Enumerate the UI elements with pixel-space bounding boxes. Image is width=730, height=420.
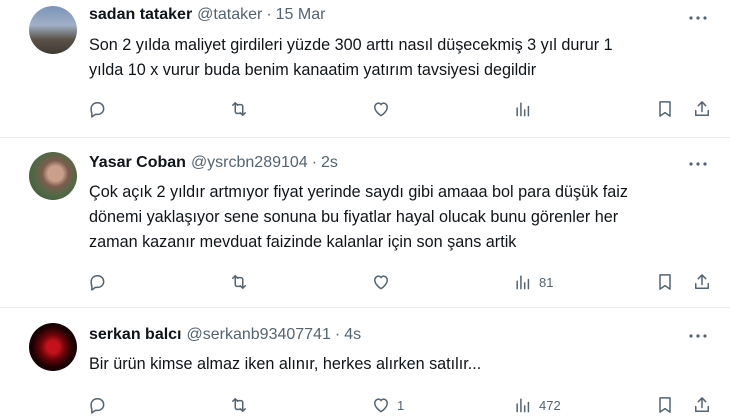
tweet[interactable]: serkan balcı @serkanb93407741 · 4s Bir ü… [0, 308, 730, 420]
retweet-icon [232, 102, 246, 116]
separator-dot: · [311, 154, 318, 171]
separator-dot: · [266, 6, 272, 23]
bookmark-icon [659, 101, 671, 117]
views-button[interactable] [513, 96, 539, 122]
like-button[interactable]: 1 [371, 392, 404, 418]
author-handle[interactable]: @tataker [197, 6, 262, 24]
action-bar: 81 [0, 269, 730, 295]
avatar[interactable] [29, 6, 77, 54]
separator-dot: · [334, 326, 341, 343]
reply-button[interactable] [87, 96, 113, 122]
tweet[interactable]: Yasar Coban @ysrcbn289104 · 2s Çok açık … [0, 138, 730, 308]
tweet-text: Bir ürün kimse almaz iken alınır, herkes… [89, 352, 709, 377]
more-dots-icon[interactable] [688, 8, 708, 28]
retweet-button[interactable] [229, 269, 255, 295]
tweet-header: sadan tataker @tataker · 15 Mar [89, 6, 325, 24]
reply-icon [90, 398, 105, 414]
reply-button[interactable] [87, 269, 113, 295]
bookmark-button[interactable] [655, 96, 675, 122]
tweet-text-line: Son 2 yılda maliyet girdileri yüzde 300 … [89, 36, 613, 54]
tweet-text-line: dönemi yaklaşıyor sene sonuna bu fiyatla… [89, 208, 619, 226]
tweet-text-line: Çok açık 2 yıldır artmıyor fiyat yerinde… [89, 183, 628, 201]
share-icon [695, 101, 709, 116]
share-icon [695, 274, 709, 289]
views-count: 472 [539, 397, 561, 413]
action-bar [0, 96, 730, 122]
bookmark-icon [659, 397, 671, 413]
like-count: 1 [397, 397, 405, 413]
tweet-feed: sadan tataker @tataker · 15 Mar Son 2 yı… [0, 0, 730, 420]
avatar[interactable] [29, 323, 77, 371]
share-icon [695, 397, 709, 412]
tweet-header: Yasar Coban @ysrcbn289104 · 2s [89, 154, 338, 172]
share-button[interactable] [692, 96, 712, 122]
action-bar: 1 472 [0, 392, 730, 418]
author-handle[interactable]: @serkanb93407741 [187, 326, 331, 344]
retweet-icon [232, 275, 246, 289]
timestamp[interactable]: 4s [344, 326, 361, 344]
author-name[interactable]: sadan tataker [89, 6, 192, 24]
tweet-header: serkan balcı @serkanb93407741 · 4s [89, 326, 361, 344]
author-name[interactable]: serkan balcı [89, 326, 182, 344]
reply-button[interactable] [87, 392, 113, 418]
author-name[interactable]: Yasar Coban [89, 154, 186, 172]
author-handle[interactable]: @ysrcbn289104 [191, 154, 308, 172]
views-button[interactable]: 81 [513, 269, 553, 295]
like-button[interactable] [371, 269, 397, 295]
tweet-text: Son 2 yılda maliyet girdileri yüzde 300 … [89, 33, 709, 83]
heart-icon [374, 275, 388, 290]
timestamp[interactable]: 15 Mar [276, 6, 326, 24]
tweet-text-line: zaman kazanır mevduat faizinde kalanlar … [89, 233, 517, 251]
tweet-text-line: Bir ürün kimse almaz iken alınır, herkes… [89, 355, 482, 373]
reply-icon [90, 102, 105, 118]
views-chart-icon [516, 102, 530, 117]
views-count: 81 [539, 274, 554, 290]
like-button[interactable] [371, 96, 397, 122]
tweet-text: Çok açık 2 yıldır artmıyor fiyat yerinde… [89, 180, 709, 255]
timestamp[interactable]: 2s [321, 154, 338, 172]
more-dots-icon[interactable] [688, 154, 708, 174]
share-button[interactable] [692, 269, 712, 295]
more-dots-icon[interactable] [688, 326, 708, 346]
retweet-button[interactable] [229, 96, 255, 122]
heart-icon [374, 398, 388, 413]
reply-icon [90, 275, 105, 291]
tweet-text-line: yılda 10 x vurur buda benim kanaatim yat… [89, 61, 537, 79]
retweet-icon [232, 398, 246, 412]
bookmark-button[interactable] [655, 269, 675, 295]
bookmark-icon [659, 274, 671, 290]
views-chart-icon [516, 275, 530, 290]
bookmark-button[interactable] [655, 392, 675, 418]
tweet[interactable]: sadan tataker @tataker · 15 Mar Son 2 yı… [0, 0, 730, 138]
views-button[interactable]: 472 [513, 392, 561, 418]
heart-icon [374, 102, 388, 117]
retweet-button[interactable] [229, 392, 255, 418]
avatar[interactable] [29, 152, 77, 200]
views-chart-icon [516, 398, 530, 413]
share-button[interactable] [692, 392, 712, 418]
